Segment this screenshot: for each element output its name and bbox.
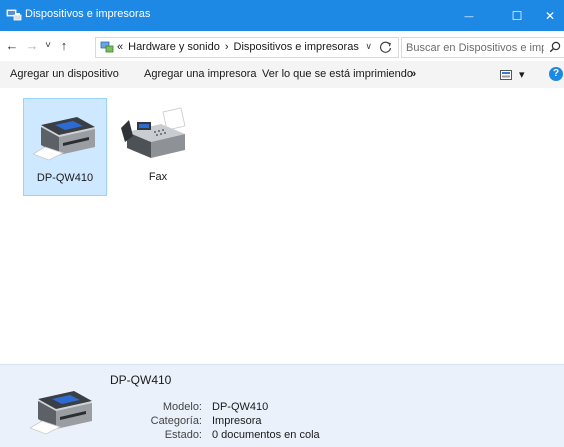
- title-bar: Dispositivos e impresoras — ☐ ✕: [0, 0, 564, 31]
- close-icon: ✕: [544, 8, 556, 23]
- device-label: Fax: [148, 171, 168, 183]
- search-box[interactable]: [401, 37, 564, 58]
- refresh-icon[interactable]: [378, 39, 394, 55]
- details-key: Modelo:: [162, 401, 202, 413]
- forward-arrow-icon: →: [25, 37, 39, 53]
- path-dropdown-icon[interactable]: ∨: [365, 41, 372, 52]
- details-value: Impresora: [212, 415, 262, 427]
- details-key: Categoría:: [150, 415, 202, 427]
- back-arrow-icon: ←: [5, 37, 19, 53]
- device-label: DP-QW410: [36, 172, 94, 184]
- address-path[interactable]: « Hardware y sonido › Dispositivos e imp…: [95, 37, 399, 58]
- overflow-chevron-icon[interactable]: «: [117, 41, 123, 53]
- maximize-button[interactable]: ☐: [498, 0, 536, 31]
- details-pane: DP-QW410 Modelo: DP-QW410 Categoría: Imp…: [0, 364, 564, 447]
- view-dropdown-icon: ▾: [519, 69, 525, 81]
- close-button[interactable]: ✕: [536, 0, 564, 31]
- fax-icon: [121, 107, 186, 158]
- more-commands-icon[interactable]: »: [410, 68, 416, 80]
- details-key: Estado:: [164, 429, 202, 441]
- window-title: Dispositivos e impresoras: [25, 8, 151, 20]
- add-printer-button[interactable]: Agregar una impresora: [144, 68, 257, 80]
- details-value: DP-QW410: [212, 401, 269, 413]
- printer-icon: [30, 391, 92, 435]
- breadcrumb-devices[interactable]: Dispositivos e impresoras: [234, 41, 359, 53]
- see-whats-printing-button[interactable]: Ver lo que se está imprimiendo: [262, 68, 413, 80]
- forward-button[interactable]: →: [24, 37, 40, 53]
- breadcrumb-separator-icon[interactable]: ›: [225, 41, 229, 53]
- change-view-button[interactable]: ▾: [500, 68, 532, 82]
- command-bar: Agregar un dispositivo Agregar una impre…: [0, 61, 564, 89]
- breadcrumb-hardware[interactable]: Hardware y sonido: [128, 41, 220, 53]
- search-input[interactable]: [406, 40, 544, 55]
- view-icon: [500, 70, 512, 80]
- maximize-icon: ☐: [511, 8, 523, 23]
- help-button[interactable]: ?: [549, 67, 563, 81]
- recent-locations-button[interactable]: ˅: [42, 37, 54, 53]
- details-value: 0 documentos en cola: [212, 429, 320, 441]
- device-item-dp-qw410[interactable]: DP-QW410: [23, 98, 107, 196]
- device-list: DP-QW410 Fax: [0, 88, 564, 364]
- address-bar: ← → ˅ ↑ « Hardware y sonido › Dispositiv…: [0, 31, 564, 61]
- device-item-fax[interactable]: Fax: [116, 98, 200, 196]
- chevron-down-icon: ˅: [45, 39, 51, 51]
- back-button[interactable]: ←: [4, 37, 20, 53]
- minimize-button[interactable]: —: [450, 0, 488, 31]
- details-device-name: DP-QW410: [110, 373, 172, 387]
- control-panel-icon: [100, 41, 114, 53]
- up-arrow-icon: ↑: [60, 37, 68, 53]
- add-device-button[interactable]: Agregar un dispositivo: [10, 68, 119, 80]
- search-icon[interactable]: [549, 41, 561, 53]
- devices-printers-icon: [6, 9, 22, 21]
- help-icon: ?: [552, 68, 560, 79]
- printer-icon: [33, 117, 95, 161]
- minimize-icon: —: [464, 10, 474, 21]
- up-button[interactable]: ↑: [56, 37, 72, 53]
